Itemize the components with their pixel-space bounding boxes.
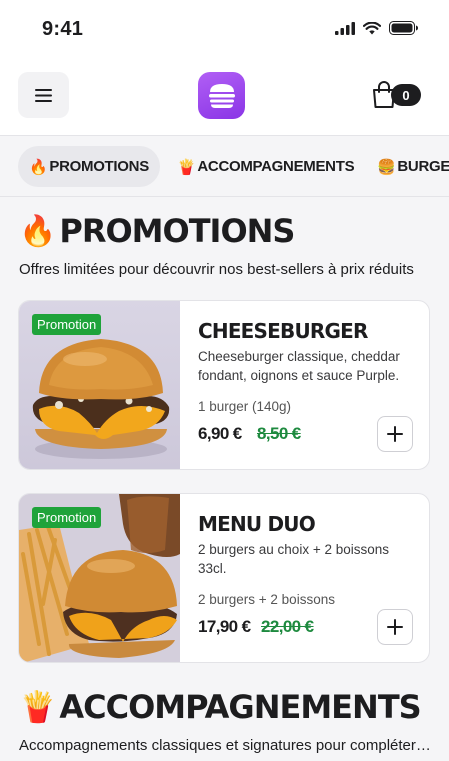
add-to-cart-button[interactable] <box>377 416 413 452</box>
product-card-menu-duo[interactable]: Promotion MENU DUO 2 burgers au choix + … <box>18 493 430 663</box>
app-header: 0 <box>0 60 449 136</box>
tab-label: BURGERS <box>397 158 449 175</box>
product-title: CHEESEBURGER <box>198 319 368 343</box>
plus-icon <box>387 619 403 635</box>
promotion-badge: Promotion <box>32 507 102 528</box>
burger-icon: 🍔 <box>377 158 396 176</box>
product-price: 17,90 € <box>198 617 251 636</box>
category-tabs: 🔥 PROMOTIONS 🍟 ACCOMPAGNEMENTS 🍔 BURGERS <box>0 137 449 197</box>
tab-promotions[interactable]: 🔥 PROMOTIONS <box>18 146 160 187</box>
cart-count-badge: 0 <box>391 84 421 106</box>
product-description: Cheeseburger classique, cheddar fondant,… <box>198 349 400 383</box>
hamburger-menu-icon <box>35 88 52 102</box>
product-old-price: 8,50 € <box>257 424 301 443</box>
menu-button[interactable] <box>18 72 69 118</box>
tab-label: PROMOTIONS <box>49 158 149 175</box>
fire-icon: 🔥 <box>19 213 56 249</box>
section-description: Offres limitées pour découvrir nos best-… <box>19 261 414 278</box>
signal-icon <box>335 21 355 35</box>
section-description: Accompagnements classiques et signatures… <box>19 737 433 754</box>
section-title-promotions: 🔥 PROMOTIONS <box>19 212 295 250</box>
burger-logo-icon <box>208 83 235 108</box>
status-time: 9:41 <box>42 18 84 40</box>
product-info: MENU DUO 2 burgers au choix + 2 boissons… <box>198 494 413 662</box>
tab-burgers[interactable]: 🍔 BURGERS <box>377 146 449 187</box>
battery-icon <box>389 21 418 35</box>
fries-icon: 🍟 <box>177 158 196 176</box>
fries-icon: 🍟 <box>19 689 56 725</box>
product-card-cheeseburger[interactable]: Promotion CHEESEBURGER Cheeseburger clas… <box>18 300 430 470</box>
cart-button[interactable]: 0 <box>371 81 421 109</box>
product-info: CHEESEBURGER Cheeseburger classique, che… <box>198 301 413 469</box>
fire-icon: 🔥 <box>29 158 48 176</box>
tab-label: ACCOMPAGNEMENTS <box>197 158 355 175</box>
status-icons <box>335 21 419 35</box>
product-price: 6,90 € <box>198 424 242 443</box>
product-image: Promotion <box>19 494 180 662</box>
product-image: Promotion <box>19 301 180 469</box>
wifi-icon <box>363 21 381 34</box>
brand-logo[interactable] <box>198 72 245 119</box>
section-title-text: PROMOTIONS <box>59 212 295 250</box>
product-quantity: 2 burgers + 2 boissons <box>198 592 335 607</box>
section-title-accompagnements: 🍟 ACCOMPAGNEMENTS <box>19 688 422 726</box>
product-old-price: 22,00 € <box>261 617 314 636</box>
tab-accompagnements[interactable]: 🍟 ACCOMPAGNEMENTS <box>177 146 355 187</box>
plus-icon <box>387 426 403 442</box>
product-quantity: 1 burger (140g) <box>198 399 292 414</box>
section-title-text: ACCOMPAGNEMENTS <box>59 688 421 726</box>
add-to-cart-button[interactable] <box>377 609 413 645</box>
product-title: MENU DUO <box>198 512 316 536</box>
status-bar: 9:41 <box>0 0 449 60</box>
promotion-badge: Promotion <box>32 314 102 335</box>
product-description: 2 burgers au choix + 2 boissons 33cl. <box>198 542 389 576</box>
